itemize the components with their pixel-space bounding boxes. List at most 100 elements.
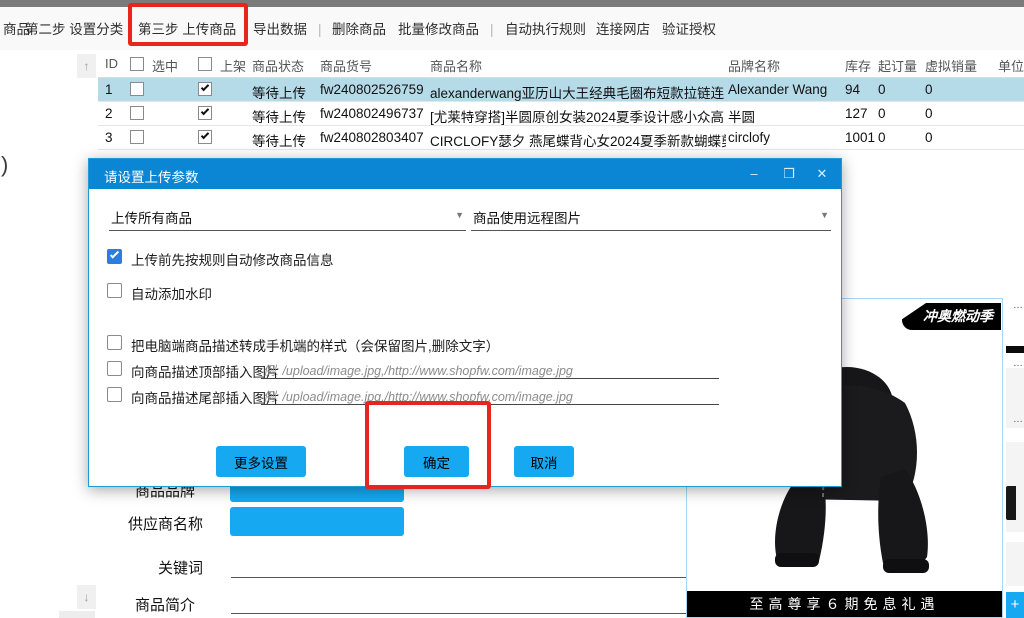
upload-scope-dropdown[interactable]: 上传所有商品 ▼ [109, 201, 466, 231]
cell-virtual-sales: 0 [925, 130, 933, 145]
insert-top-image-input[interactable]: 例: /upload/image.jpg,/http://www.shopfw.… [261, 359, 719, 379]
toolbar-item-connect-shop[interactable]: 连接网店 [596, 20, 650, 40]
col-name[interactable]: 商品名称 [430, 56, 482, 75]
cell-brand: circlofy [728, 130, 770, 145]
toolbar-item-step2-category[interactable]: 第二步 设置分类 [25, 20, 123, 40]
promo-badge: 冲奥燃动季 [902, 303, 1001, 330]
cell-id: 2 [105, 106, 113, 121]
cell-brand: Alexander Wang [728, 82, 827, 97]
cancel-button[interactable]: 取消 [514, 446, 574, 477]
watermark-checkbox[interactable] [107, 283, 122, 298]
col-sku[interactable]: 商品货号 [320, 56, 372, 75]
table-row[interactable]: 1 等待上传 fw240802526759 alexanderwang亚历山大王… [98, 78, 1024, 102]
thumbnail[interactable] [1006, 442, 1024, 532]
row-onsale-checkbox[interactable] [198, 106, 212, 120]
toolbar-item-batch-edit[interactable]: 批量修改商品 [398, 20, 479, 40]
intro-input[interactable] [231, 613, 718, 614]
toolbar-item-verify-auth[interactable]: 验证授权 [662, 20, 716, 40]
ok-button[interactable]: 确定 [404, 446, 469, 477]
thumb-dots: … [1013, 300, 1024, 311]
col-onsale[interactable]: 上架 [220, 56, 246, 75]
window-top-strip [0, 0, 1024, 7]
insert-bottom-image-placeholder: 例: /upload/image.jpg,/http://www.shopfw.… [263, 386, 573, 405]
cell-id: 3 [105, 130, 113, 145]
toolbar-item-export[interactable]: 导出数据 [253, 20, 307, 40]
col-status[interactable]: 商品状态 [252, 56, 304, 75]
cell-name: CIRCLOFY瑟夕 燕尾蝶背心女2024夏季新款蝴蝶剪 [430, 130, 726, 150]
cell-stock: 1001 [845, 130, 875, 145]
cell-sku: fw240802496737 [320, 106, 424, 121]
col-min-order[interactable]: 起订量 [878, 56, 917, 75]
insert-top-image-placeholder: 例: /upload/image.jpg,/http://www.shopfw.… [263, 360, 573, 379]
cell-stock: 127 [845, 106, 868, 121]
col-unit[interactable]: 单位 [998, 56, 1024, 75]
cell-virtual-sales: 0 [925, 106, 933, 121]
cell-status: 等待上传 [252, 82, 306, 102]
row-select-checkbox[interactable] [130, 130, 144, 144]
insert-top-image-checkbox[interactable] [107, 361, 122, 376]
toolbar-separator: | [318, 20, 322, 40]
maximize-icon[interactable]: ❒ [780, 165, 798, 183]
cell-virtual-sales: 0 [925, 82, 933, 97]
horizontal-scrollbar[interactable] [59, 611, 95, 618]
dropdown-arrow-icon: ▼ [820, 210, 829, 220]
table-row[interactable]: 2 等待上传 fw240802496737 [尤莱特穿搭]半圆原创女装2024夏… [98, 102, 1024, 126]
image-mode-dropdown[interactable]: 商品使用远程图片 ▼ [471, 201, 831, 231]
upload-scope-value: 上传所有商品 [111, 207, 192, 227]
more-settings-button[interactable]: 更多设置 [216, 446, 306, 477]
insert-top-image-label: 向商品描述顶部插入图片 [131, 361, 280, 381]
cell-stock: 94 [845, 82, 860, 97]
mobile-style-label: 把电脑端商品描述转成手机端的样式（会保留图片,删除文字） [131, 335, 499, 355]
minimize-icon[interactable]: – [745, 165, 763, 183]
auto-modify-checkbox[interactable] [107, 249, 122, 264]
toolbar-item-delete[interactable]: 删除商品 [332, 20, 386, 40]
thumbnail[interactable] [1006, 346, 1024, 353]
cell-sku: fw240802803407 [320, 130, 424, 145]
promo-banner: 至高尊享６期免息礼遇 [687, 591, 1002, 617]
col-stock[interactable]: 库存 [845, 56, 871, 75]
auto-modify-label: 上传前先按规则自动修改商品信息 [131, 249, 334, 269]
row-onsale-checkbox[interactable] [198, 130, 212, 144]
close-icon[interactable]: ✕ [813, 165, 831, 183]
cell-min-order: 0 [878, 130, 886, 145]
row-onsale-checkbox[interactable] [198, 82, 212, 96]
upload-params-dialog: 请设置上传参数 – ❒ ✕ 上传所有商品 ▼ 商品使用远程图片 ▼ 上传前先按规… [88, 158, 842, 487]
cell-min-order: 0 [878, 82, 886, 97]
toolbar-separator: | [490, 20, 494, 40]
watermark-label: 自动添加水印 [131, 283, 212, 303]
col-virtual-sales[interactable]: 虚拟销量 [925, 56, 977, 75]
insert-bottom-image-input[interactable]: 例: /upload/image.jpg,/http://www.shopfw.… [261, 385, 719, 405]
cell-id: 1 [105, 82, 113, 97]
insert-bottom-image-label: 向商品描述尾部插入图片 [131, 387, 280, 407]
field-label-supplier: 供应商名称 [128, 513, 203, 534]
add-image-button[interactable]: + [1006, 592, 1024, 618]
keywords-input[interactable] [231, 577, 718, 578]
field-label-intro: 商品简介 [135, 594, 195, 615]
supplier-input[interactable] [230, 507, 404, 536]
thumbnail[interactable] [1006, 542, 1024, 586]
col-select[interactable]: 选中 [152, 56, 178, 75]
col-brand[interactable]: 品牌名称 [728, 56, 780, 75]
image-mode-value: 商品使用远程图片 [473, 207, 581, 227]
stray-paren-text: ) [1, 152, 8, 178]
scroll-down-icon[interactable]: ↓ [77, 585, 96, 609]
row-select-checkbox[interactable] [130, 82, 144, 96]
cell-sku: fw240802526759 [320, 82, 424, 97]
row-select-checkbox[interactable] [130, 106, 144, 120]
table-row[interactable]: 3 等待上传 fw240802803407 CIRCLOFY瑟夕 燕尾蝶背心女2… [98, 126, 1024, 150]
cell-status: 等待上传 [252, 130, 306, 150]
select-all-checkbox[interactable] [130, 57, 144, 71]
dialog-titlebar[interactable]: 请设置上传参数 – ❒ ✕ [89, 159, 841, 189]
thumb-dots: … [1013, 414, 1024, 425]
mobile-style-checkbox[interactable] [107, 335, 122, 350]
dialog-title: 请设置上传参数 [104, 166, 199, 186]
insert-bottom-image-checkbox[interactable] [107, 387, 122, 402]
onsale-all-checkbox[interactable] [198, 57, 212, 71]
toolbar-item-step3-upload[interactable]: 第三步 上传商品 [138, 20, 236, 40]
table-header-row: ID 选中 上架 商品状态 商品货号 商品名称 品牌名称 库存 起订量 虚拟销量… [98, 50, 1024, 78]
scroll-up-icon[interactable]: ↑ [77, 54, 96, 78]
toolbar-item-auto-rules[interactable]: 自动执行规则 [505, 20, 586, 40]
image-thumbnail-strip: … … … + [1006, 296, 1024, 618]
cell-brand: 半圆 [728, 106, 755, 126]
col-id[interactable]: ID [105, 56, 118, 71]
